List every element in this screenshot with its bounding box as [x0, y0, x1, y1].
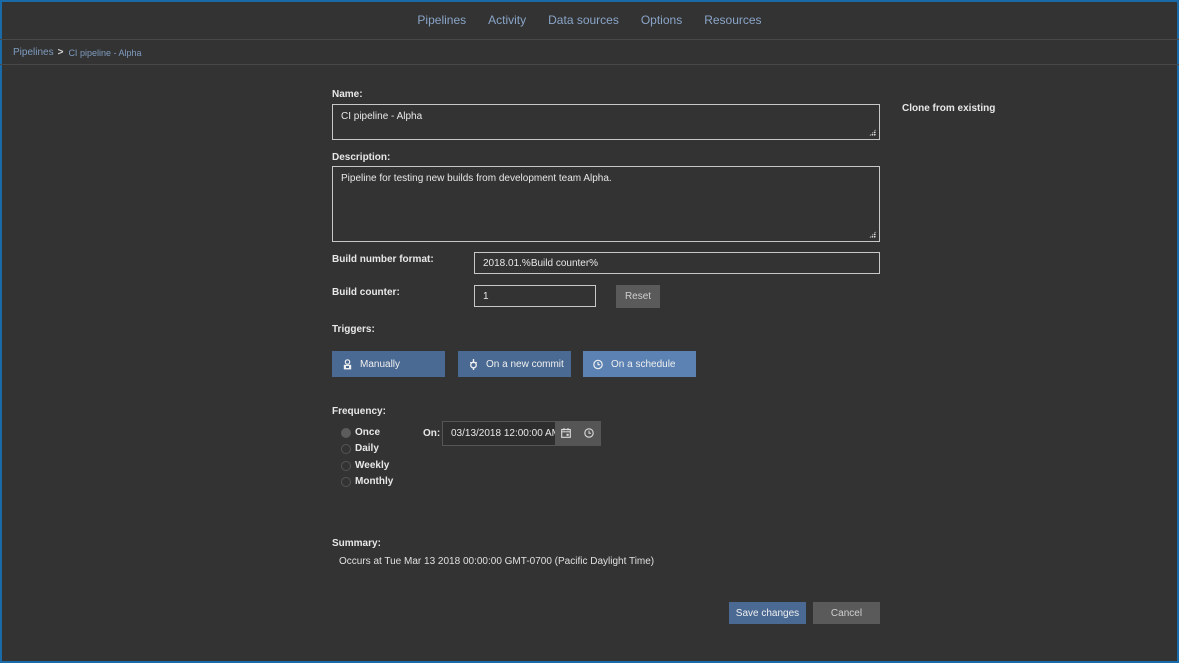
frequency-daily-option[interactable]: Daily: [341, 443, 379, 454]
nav-pipelines[interactable]: Pipelines: [417, 13, 466, 27]
frequency-monthly-label: Monthly: [355, 476, 394, 487]
datetime-picker: 03/13/2018 12:00:00 AM: [442, 421, 601, 446]
top-navigation: Pipelines Activity Data sources Options …: [0, 0, 1179, 40]
trigger-schedule-button[interactable]: On a schedule: [583, 351, 696, 377]
build-counter-label: Build counter:: [332, 287, 400, 298]
breadcrumb-current: CI pipeline - Alpha: [68, 47, 142, 58]
calendar-icon: [561, 425, 572, 443]
datetime-input[interactable]: 03/13/2018 12:00:00 AM: [443, 422, 560, 445]
build-counter-input[interactable]: 1: [474, 285, 596, 307]
nav-resources[interactable]: Resources: [704, 13, 761, 27]
description-label: Description:: [332, 152, 391, 163]
frequency-monthly-option[interactable]: Monthly: [341, 476, 393, 487]
chevron-right-icon: >: [57, 47, 64, 58]
frequency-weekly-label: Weekly: [355, 460, 390, 471]
trigger-manually-button[interactable]: Manually: [332, 351, 445, 377]
cancel-button[interactable]: Cancel: [813, 602, 880, 624]
trigger-schedule-label: On a schedule: [611, 358, 676, 370]
frequency-once-label: Once: [355, 427, 381, 438]
description-value: Pipeline for testing new builds from dev…: [341, 173, 612, 184]
name-label: Name:: [332, 89, 363, 100]
summary-value: Occurs at Tue Mar 13 2018 00:00:00 GMT-0…: [339, 556, 655, 567]
save-changes-button[interactable]: Save changes: [729, 602, 806, 624]
calendar-button[interactable]: [555, 422, 578, 445]
breadcrumb: Pipelines > CI pipeline - Alpha: [0, 41, 1179, 65]
clock-icon: [593, 358, 603, 370]
resize-grip-icon[interactable]: [869, 231, 876, 238]
description-field[interactable]: Pipeline for testing new builds from dev…: [332, 166, 880, 242]
commit-icon: [468, 358, 478, 370]
build-format-input[interactable]: 2018.01.%Build counter%: [474, 252, 880, 274]
summary-label: Summary:: [332, 538, 381, 549]
radio-daily[interactable]: [341, 443, 351, 454]
breadcrumb-pipelines[interactable]: Pipelines: [13, 47, 54, 58]
build-counter-value: 1: [483, 290, 489, 302]
nav-options[interactable]: Options: [641, 13, 682, 27]
datetime-value: 03/13/2018 12:00:00 AM: [451, 428, 560, 439]
radio-weekly[interactable]: [341, 460, 351, 471]
on-label: On:: [423, 428, 441, 439]
trigger-commit-label: On a new commit: [486, 358, 564, 370]
radio-once[interactable]: [341, 427, 351, 438]
trigger-manually-label: Manually: [360, 358, 401, 370]
clone-from-existing-link[interactable]: Clone from existing: [902, 103, 995, 114]
person-icon: [342, 358, 352, 370]
frequency-weekly-option[interactable]: Weekly: [341, 460, 389, 471]
frequency-once-option[interactable]: Once: [341, 427, 380, 438]
name-field[interactable]: CI pipeline - Alpha: [332, 104, 880, 140]
name-value: CI pipeline - Alpha: [341, 111, 423, 122]
radio-monthly[interactable]: [341, 476, 351, 487]
nav-data-sources[interactable]: Data sources: [548, 13, 619, 27]
nav-activity[interactable]: Activity: [488, 13, 526, 27]
triggers-label: Triggers:: [332, 324, 375, 335]
frequency-label: Frequency:: [332, 406, 386, 417]
reset-button[interactable]: Reset: [616, 285, 660, 308]
resize-grip-icon[interactable]: [869, 129, 876, 136]
build-format-value: 2018.01.%Build counter%: [483, 257, 599, 269]
build-format-label: Build number format:: [332, 254, 434, 265]
frequency-daily-label: Daily: [355, 443, 379, 454]
trigger-commit-button[interactable]: On a new commit: [458, 351, 571, 377]
time-button[interactable]: [577, 422, 600, 445]
clock-icon: [584, 425, 594, 443]
